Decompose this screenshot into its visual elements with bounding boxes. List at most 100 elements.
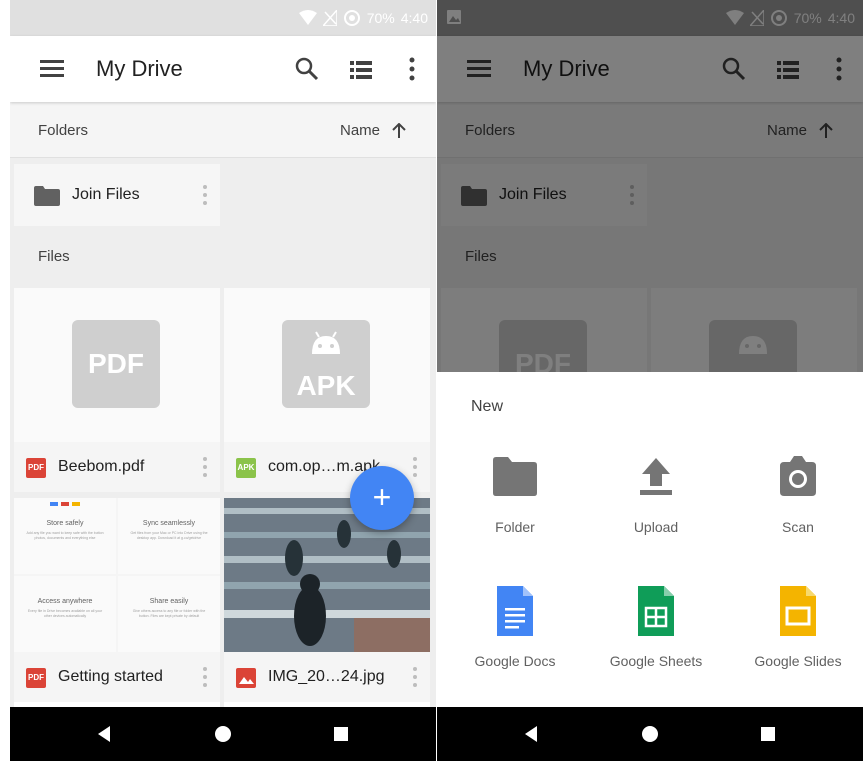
preview-text: Give others access to any file or folder…	[132, 609, 206, 618]
more-vert-icon[interactable]	[412, 666, 418, 688]
new-bottom-sheet: New Folder Upload Scan Google Docs Googl…	[437, 372, 863, 707]
page-title: My Drive	[96, 56, 183, 81]
app-bar: My Drive	[10, 36, 436, 102]
camera-icon	[780, 456, 816, 496]
sort-control[interactable]: Name	[767, 122, 833, 139]
signal-icon	[322, 10, 337, 26]
sort-label: Name	[766, 122, 807, 139]
data-saver-icon	[770, 10, 787, 26]
preview-heading: Sync seamlessly	[142, 520, 196, 527]
back-icon[interactable]	[96, 725, 114, 743]
file-card-apk[interactable]: APK APK com.op…m.apk	[224, 288, 430, 492]
sort-label: Name	[339, 122, 380, 139]
sort-control[interactable]: Name	[340, 122, 406, 139]
more-vert-icon[interactable]	[833, 56, 845, 82]
list-view-icon[interactable]	[775, 58, 801, 82]
battery-percent: 70%	[366, 10, 395, 26]
file-meta: IMG_20…24.jpg	[224, 652, 430, 702]
search-icon[interactable]	[294, 56, 320, 82]
wifi-icon	[298, 10, 317, 25]
file-name: Getting started	[58, 668, 163, 685]
folders-header: Folders Name	[10, 102, 436, 158]
menu-icon[interactable]	[38, 56, 66, 82]
home-icon[interactable]	[641, 725, 659, 743]
sheets-icon	[638, 586, 674, 636]
upload-option[interactable]: Upload	[586, 452, 726, 535]
upload-icon	[640, 458, 672, 495]
folder-name: Join Files	[72, 186, 140, 203]
status-bar: 70% 4:40	[437, 0, 863, 36]
file-name: Beebom.pdf	[58, 458, 145, 475]
apk-icon: APK	[236, 458, 256, 478]
more-vert-icon[interactable]	[202, 456, 208, 478]
recents-icon[interactable]	[759, 725, 777, 743]
list-view-icon[interactable]	[348, 58, 374, 82]
preview-text: Get files from your Mac or PC into Drive…	[130, 531, 208, 540]
status-bar: 70% 4:40	[10, 0, 436, 36]
image-icon	[447, 10, 461, 24]
preview-cell: Store safely Add any file you want to ke…	[14, 498, 116, 574]
phone-screen-left: 70% 4:40 My Drive Folders Name Join File…	[10, 0, 436, 761]
files-section-label: Files	[465, 248, 497, 265]
signal-icon	[749, 10, 764, 26]
apk-thumb-label: APK	[296, 370, 356, 401]
sheet-title: New	[471, 398, 504, 415]
wifi-icon	[725, 10, 744, 25]
phone-screen-right: 70% 4:40 My Drive Folders Name Join File…	[437, 0, 863, 761]
color-bar-icon	[50, 502, 80, 506]
folder-icon	[493, 457, 537, 496]
file-card-image[interactable]: IMG_20…24.jpg	[224, 498, 430, 707]
status-icons: 70% 4:40	[725, 9, 855, 27]
option-label: Scan	[782, 519, 814, 535]
more-vert-icon[interactable]	[406, 56, 418, 82]
preview-heading: Access anywhere	[37, 598, 93, 605]
new-fab-button[interactable]: +	[350, 466, 414, 530]
folders-label: Folders	[465, 122, 516, 139]
file-preview: APK	[224, 288, 430, 442]
docs-icon	[497, 586, 533, 636]
preview-cell: Sync seamlessly Get files from your Mac …	[118, 498, 220, 574]
preview-text: Add any file you want to keep safe with …	[26, 531, 104, 540]
more-vert-icon[interactable]	[202, 666, 208, 688]
android-icon	[739, 336, 767, 354]
google-sheets-option[interactable]: Google Sheets	[586, 584, 726, 669]
pdf-thumbnail: PDF	[72, 320, 160, 408]
navigation-bar	[437, 707, 863, 761]
folders-header: Folders Name	[437, 102, 863, 158]
menu-icon[interactable]	[465, 56, 493, 82]
folder-item[interactable]: Join Files	[14, 164, 220, 226]
clock: 4:40	[827, 10, 855, 26]
more-vert-icon[interactable]	[412, 456, 418, 478]
file-card-pdf[interactable]: PDF PDF Beebom.pdf	[14, 288, 220, 492]
google-slides-option[interactable]: Google Slides	[728, 584, 863, 669]
folder-icon	[461, 186, 487, 206]
getting-started-preview: Store safely Add any file you want to ke…	[14, 498, 220, 652]
scan-option[interactable]: Scan	[728, 452, 863, 535]
pdf-icon: PDF	[26, 668, 46, 688]
google-docs-option[interactable]: Google Docs	[445, 584, 585, 669]
back-icon[interactable]	[523, 725, 541, 743]
preview-heading: Store safely	[46, 520, 84, 527]
arrow-up-icon	[392, 122, 406, 138]
option-label: Folder	[495, 519, 535, 535]
pdf-icon: PDF	[26, 458, 46, 478]
navigation-bar	[10, 707, 436, 761]
folders-label: Folders	[38, 122, 89, 139]
slides-icon	[780, 586, 816, 636]
search-icon[interactable]	[721, 56, 747, 82]
file-card-getting-started[interactable]: Store safely Add any file you want to ke…	[14, 498, 220, 707]
option-label: Google Slides	[754, 653, 842, 669]
home-icon[interactable]	[214, 725, 232, 743]
clock: 4:40	[400, 10, 428, 26]
file-name: IMG_20…24.jpg	[268, 668, 385, 685]
preview-cell: Access anywhere Every file in Drive beco…	[14, 576, 116, 652]
recents-icon[interactable]	[332, 725, 350, 743]
folder-item[interactable]: Join Files	[441, 164, 647, 226]
status-icons: 70% 4:40	[298, 9, 428, 27]
option-label: Google Sheets	[609, 653, 703, 669]
more-vert-icon[interactable]	[629, 184, 635, 206]
page-title: My Drive	[523, 56, 610, 81]
files-section-label: Files	[38, 248, 70, 265]
new-folder-option[interactable]: Folder	[445, 452, 585, 535]
more-vert-icon[interactable]	[202, 184, 208, 206]
